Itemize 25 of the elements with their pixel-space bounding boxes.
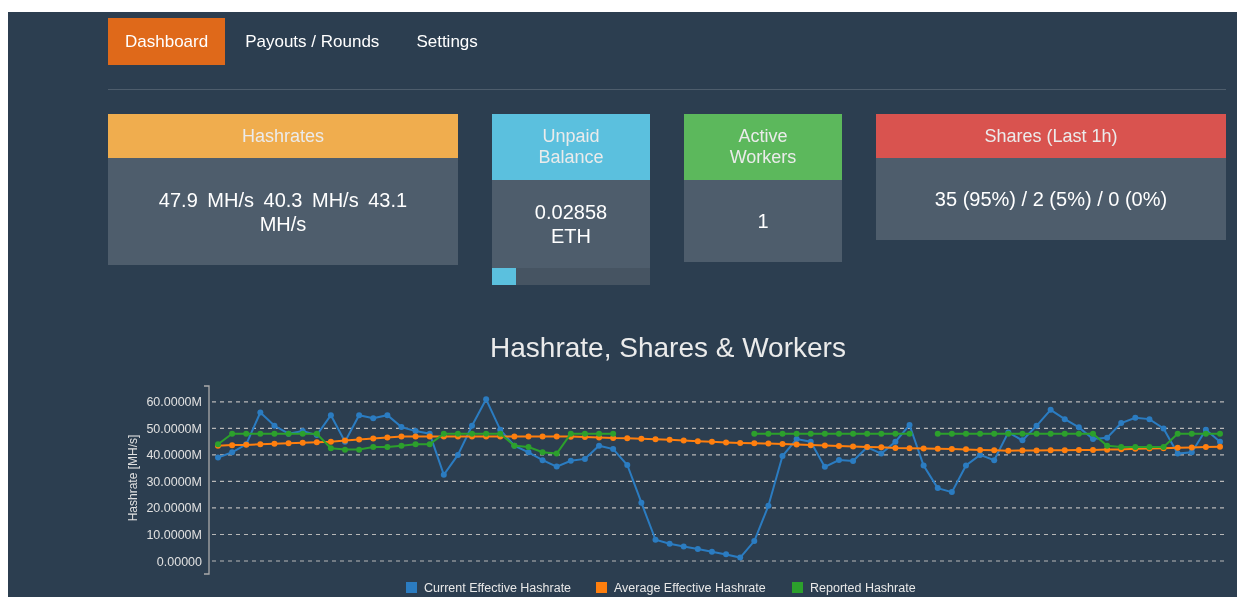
card-header: Unpaid Balance [492,114,650,180]
axis-title: Hashrate [MH/s] [126,434,140,522]
axis-tick-label: 40.0000M [146,448,202,463]
axis-tick-label: 0.00000 [156,554,202,569]
axis-tick-label: 50.0000M [146,421,202,436]
legend-swatch [792,582,803,593]
card-header: Active Workers [684,114,842,180]
legend-swatch [406,582,417,593]
card-value: 47.9 MH/s 40.3 MH/s 43.1 MH/s [157,187,409,236]
axis-tick-label: 20.0000M [146,501,202,516]
axis-tick-label: 10.0000M [146,528,202,542]
nav-tab[interactable]: Settings [399,18,495,65]
card-value: 0.02858 ETH [533,200,609,248]
legend-label[interactable]: Current Effective Hashrate [424,581,572,595]
legend-swatch [596,582,607,593]
card-value: 35 (95%) / 2 (5%) / 0 (0%) [933,187,1169,211]
card-header: Shares (Last 1h) [876,114,1226,158]
axis-tick-label: 60.0000M [146,395,202,410]
card-header: Hashrates [108,114,458,158]
legend-label[interactable]: Reported Hashrate [810,581,916,595]
chart-title: Hashrate, Shares & Workers [489,331,847,365]
legend-label[interactable]: Average Effective Hashrate [614,581,766,595]
nav-tab[interactable]: Payouts / Rounds [228,18,397,65]
card-value: 1 [756,209,770,233]
axis-tick-label: 30.0000M [146,474,202,489]
